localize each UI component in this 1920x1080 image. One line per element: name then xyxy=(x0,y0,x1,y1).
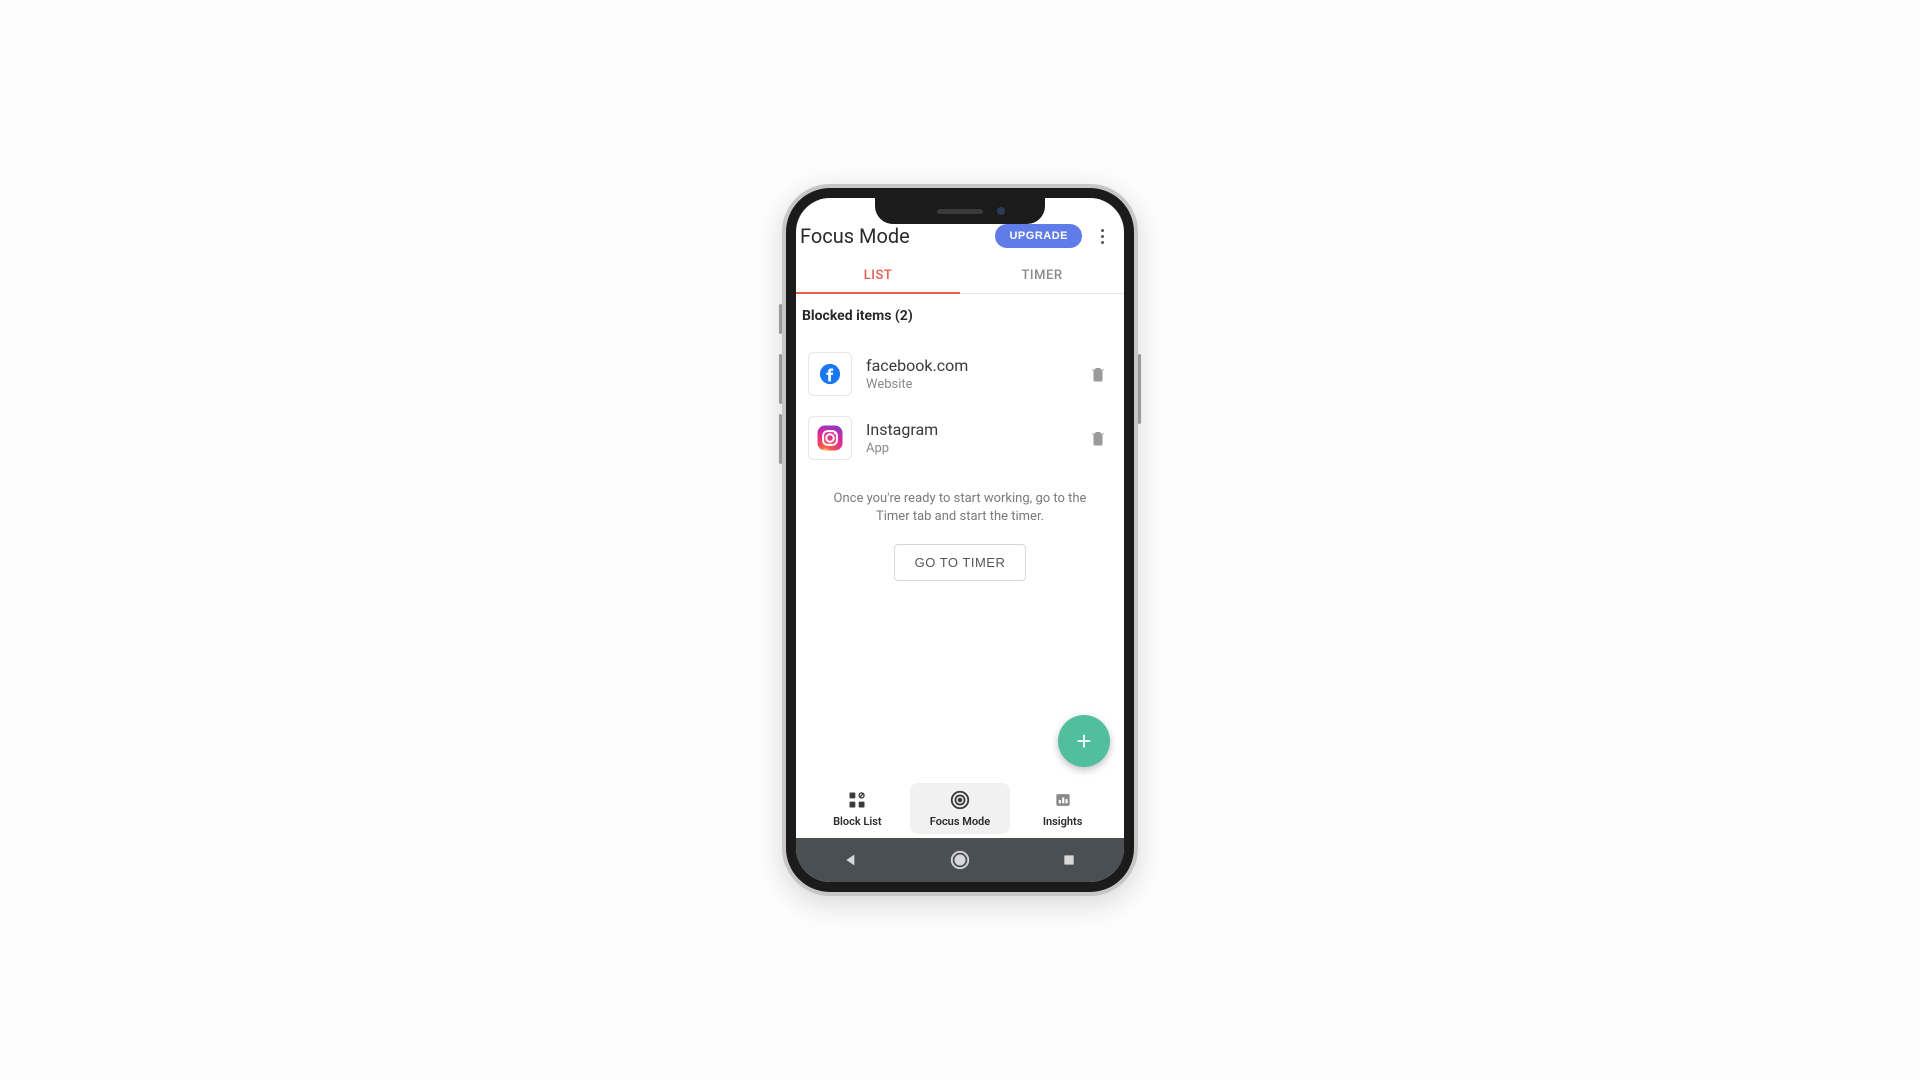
go-to-timer-button[interactable]: GO TO TIMER xyxy=(894,544,1027,581)
app-container: Focus Mode UPGRADE LIST TIMER Blocked it… xyxy=(796,198,1124,882)
android-back-button[interactable] xyxy=(816,852,886,868)
tab-list[interactable]: LIST xyxy=(796,256,960,293)
phone-side-button xyxy=(779,354,782,404)
tab-timer[interactable]: TIMER xyxy=(960,256,1124,293)
phone-side-button xyxy=(779,414,782,464)
target-icon xyxy=(949,789,971,811)
tab-bar: LIST TIMER xyxy=(796,256,1124,294)
phone-screen: Focus Mode UPGRADE LIST TIMER Blocked it… xyxy=(796,198,1124,882)
plus-icon: + xyxy=(1076,726,1091,757)
list-item-subtitle: Website xyxy=(866,377,1070,392)
nav-insights[interactable]: Insights xyxy=(1013,783,1113,834)
hint-text: Once you're ready to start working, go t… xyxy=(802,470,1118,526)
nav-label: Focus Mode xyxy=(930,815,990,828)
phone-side-button xyxy=(779,304,782,334)
phone-side-button xyxy=(1138,354,1141,424)
main-content: Blocked items (2) facebook.com Website xyxy=(796,294,1124,777)
list-item-title: facebook.com xyxy=(866,356,1070,375)
list-item[interactable]: facebook.com Website xyxy=(802,342,1118,406)
phone-notch xyxy=(875,198,1045,224)
list-item[interactable]: Instagram App xyxy=(802,406,1118,470)
delete-button[interactable] xyxy=(1084,360,1112,388)
phone-camera xyxy=(997,207,1005,215)
list-item-text: Instagram App xyxy=(866,420,1070,456)
list-item-title: Instagram xyxy=(866,420,1070,439)
instagram-icon xyxy=(808,416,852,460)
upgrade-button[interactable]: UPGRADE xyxy=(995,224,1082,248)
nav-focusmode[interactable]: Focus Mode xyxy=(910,783,1010,834)
page-title: Focus Mode xyxy=(798,224,987,248)
android-recent-button[interactable] xyxy=(1034,852,1104,868)
list-item-subtitle: App xyxy=(866,441,1070,456)
phone-bezel: Focus Mode UPGRADE LIST TIMER Blocked it… xyxy=(786,188,1134,892)
nav-label: Insights xyxy=(1043,815,1083,828)
list-item-text: facebook.com Website xyxy=(866,356,1070,392)
delete-button[interactable] xyxy=(1084,424,1112,452)
bar-chart-icon xyxy=(1052,789,1074,811)
more-menu-button[interactable] xyxy=(1090,224,1114,248)
blocked-items-heading: Blocked items (2) xyxy=(802,308,1118,324)
android-home-button[interactable] xyxy=(925,849,995,871)
android-nav-bar xyxy=(796,838,1124,882)
bottom-nav: Block List Focus Mode xyxy=(796,777,1124,838)
phone-frame: Focus Mode UPGRADE LIST TIMER Blocked it… xyxy=(782,184,1138,896)
add-button[interactable]: + xyxy=(1058,715,1110,767)
phone-speaker xyxy=(937,209,983,214)
nav-blocklist[interactable]: Block List xyxy=(807,783,907,834)
blocklist-icon xyxy=(846,789,868,811)
nav-label: Block List xyxy=(833,815,882,828)
facebook-icon xyxy=(808,352,852,396)
